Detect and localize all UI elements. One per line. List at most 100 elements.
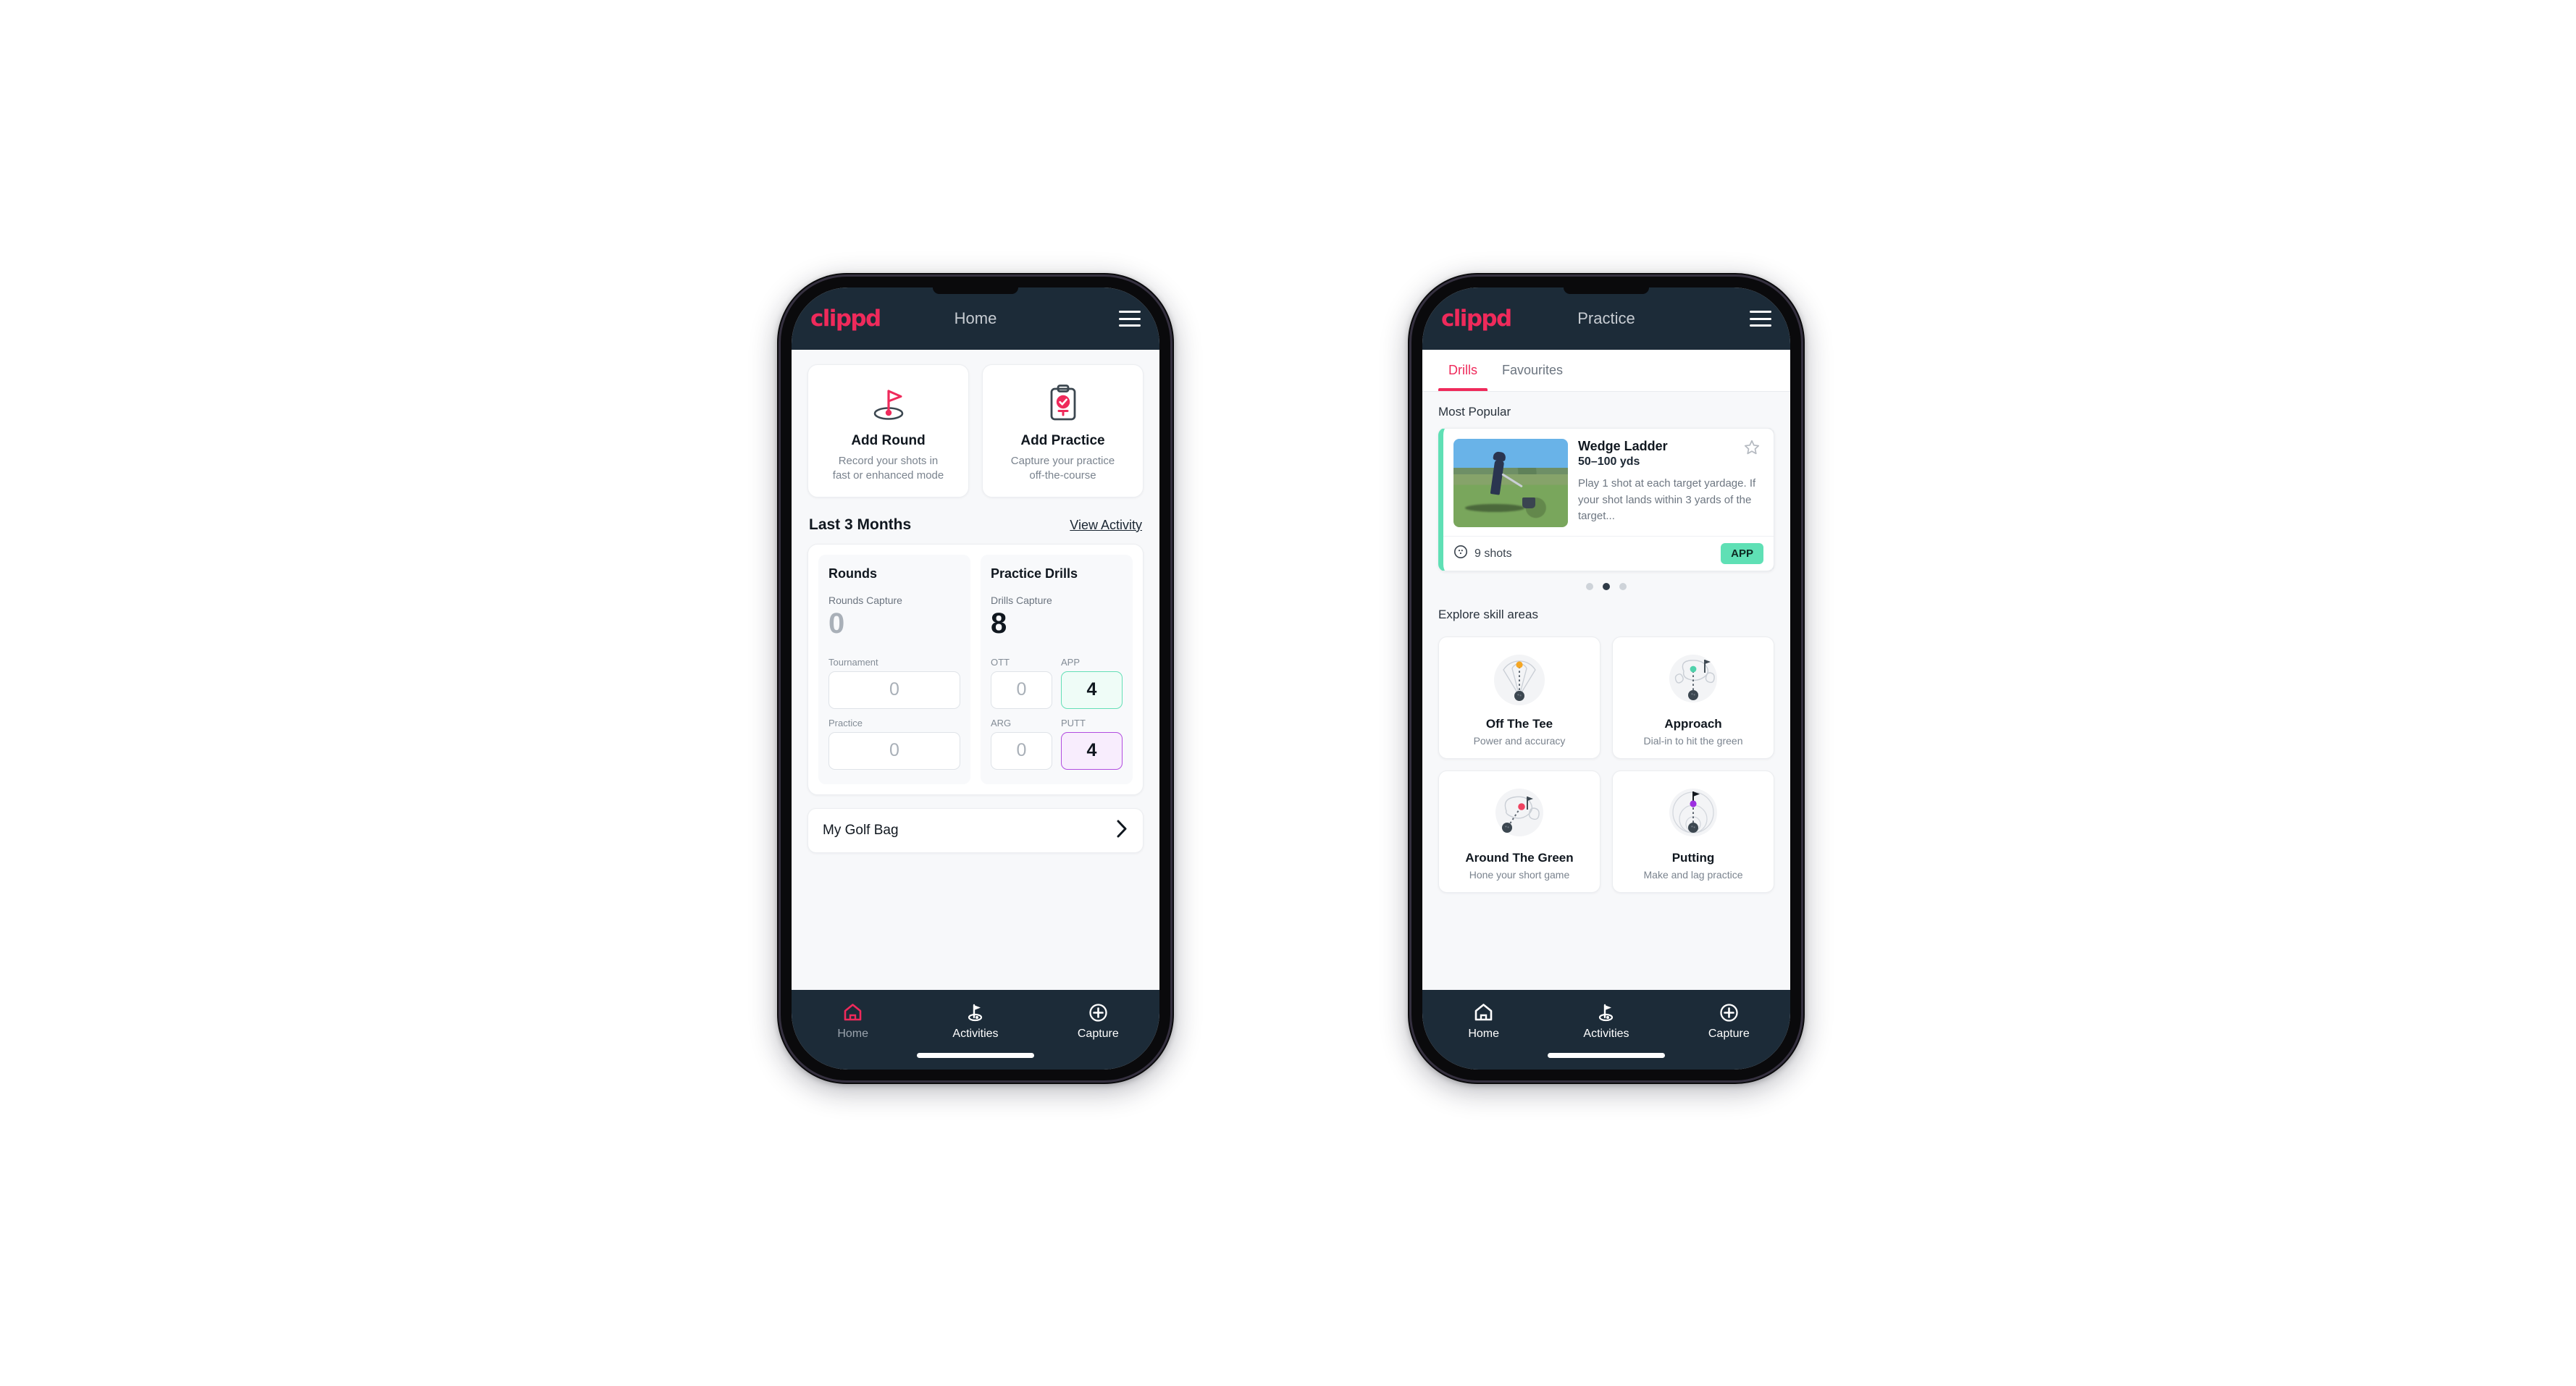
app-label: APP <box>1061 656 1081 668</box>
hamburger-icon[interactable] <box>1119 311 1141 327</box>
section-title: Last 3 Months <box>809 516 912 533</box>
nav-activities-label: Activities <box>952 1028 999 1040</box>
star-outline-icon[interactable] <box>1743 439 1761 460</box>
screenshot-canvas: clippd Home Add Round Record your shots … <box>0 0 2576 1386</box>
drills-capture-value: 8 <box>991 607 1007 639</box>
carousel-dot-3[interactable] <box>1619 583 1627 590</box>
add-practice-card[interactable]: Add Practice Capture your practice off-t… <box>982 364 1144 497</box>
device-notch <box>933 287 1018 294</box>
tournament-value[interactable]: 0 <box>828 671 960 709</box>
rounds-capture-value: 0 <box>828 607 845 639</box>
drills-capture-label: Drills Capture <box>991 594 1052 606</box>
putt-value[interactable]: 4 <box>1061 731 1123 770</box>
home-bottom-nav: Home Activities Capture <box>792 990 1159 1070</box>
nav-capture[interactable]: Capture <box>1037 1001 1159 1041</box>
drill-stat-row-2: ARG 0 PUTT 4 <box>991 718 1123 770</box>
most-popular-label: Most Popular <box>1438 405 1511 419</box>
carousel-dot-2[interactable] <box>1603 583 1610 590</box>
practice-appbar: clippd Practice <box>1422 287 1790 350</box>
arg-value[interactable]: 0 <box>991 731 1052 770</box>
add-practice-subtitle: Capture your practice off-the-course <box>1011 454 1115 484</box>
skill-card-putting[interactable]: Putting Make and lag practice <box>1612 770 1774 893</box>
skill-card-around-the-green[interactable]: Around The Green Hone your short game <box>1438 770 1600 893</box>
clippd-logo[interactable]: clippd <box>1441 306 1512 332</box>
drill-carousel[interactable]: Wedge Ladder 50–100 yds Play 1 shot at e… <box>1422 428 1790 571</box>
view-activity-link[interactable]: View Activity <box>1070 518 1142 533</box>
drill-category-badge: APP <box>1721 543 1763 564</box>
skill-card-approach[interactable]: Approach Dial-in to hit the green <box>1612 637 1774 759</box>
clipboard-check-icon <box>1045 381 1081 426</box>
hamburger-icon[interactable] <box>1750 311 1771 327</box>
practice-drills-column: Practice Drills Drills Capture 8 OTT 0 A… <box>981 554 1133 784</box>
skill-card-off-the-tee[interactable]: Off The Tee Power and accuracy <box>1438 637 1600 759</box>
skill-name: Putting <box>1671 851 1715 865</box>
add-round-subtitle: Record your shots in fast or enhanced mo… <box>833 454 944 484</box>
chip-green-icon <box>1482 783 1557 845</box>
home-icon <box>843 1001 863 1023</box>
stats-panel: Rounds Rounds Capture 0 Tournament 0 Pra… <box>807 543 1144 795</box>
drill-card-body: Wedge Ladder 50–100 yds Play 1 shot at e… <box>1443 429 1774 536</box>
practice-content: Most Popular Wedge Ladder 50–100 yds Pla… <box>1422 392 1790 990</box>
home-icon <box>1474 1001 1493 1023</box>
last-3-months-header: Last 3 Months View Activity <box>792 497 1159 544</box>
golf-flag-icon <box>868 381 909 426</box>
add-round-sub-l1: Record your shots in <box>838 455 939 467</box>
golf-flag-icon <box>1595 1001 1616 1023</box>
chevron-right-icon <box>1116 819 1128 842</box>
arg-label: ARG <box>991 717 1012 728</box>
explore-skill-areas-label: Explore skill areas <box>1438 608 1538 621</box>
skill-subtitle: Hone your short game <box>1469 869 1570 881</box>
drill-shots-count: 9 shots <box>1474 547 1512 560</box>
nav-activities[interactable]: Activities <box>914 1001 1036 1041</box>
skill-name: Off The Tee <box>1485 717 1553 731</box>
quick-actions-row: Add Round Record your shots in fast or e… <box>792 350 1159 497</box>
plus-circle-icon <box>1719 1001 1739 1023</box>
carousel-dots[interactable] <box>1422 571 1790 595</box>
drill-yardage: 50–100 yds <box>1578 455 1640 468</box>
app-value[interactable]: 4 <box>1061 671 1123 709</box>
nav-home[interactable]: Home <box>792 1001 914 1041</box>
nav-home-label: Home <box>1468 1028 1499 1040</box>
ott-label: OTT <box>991 656 1010 668</box>
nav-capture-label: Capture <box>1708 1028 1750 1040</box>
skill-name: Around The Green <box>1465 851 1574 865</box>
nav-capture[interactable]: Capture <box>1668 1001 1790 1041</box>
practice-tabs: Drills Favourites <box>1422 350 1790 392</box>
carousel-dot-1[interactable] <box>1586 583 1593 590</box>
phone-device-home: clippd Home Add Round Record your shots … <box>777 273 1174 1084</box>
practice-label: Practice <box>828 717 863 728</box>
tee-dispersion-icon <box>1482 649 1557 711</box>
tab-drills[interactable]: Drills <box>1438 350 1488 391</box>
skill-name: Approach <box>1664 717 1722 731</box>
ott-value[interactable]: 0 <box>991 671 1052 709</box>
add-practice-sub-l1: Capture your practice <box>1010 455 1115 467</box>
my-golf-bag-label: My Golf Bag <box>823 822 899 838</box>
add-round-card[interactable]: Add Round Record your shots in fast or e… <box>807 364 969 497</box>
drill-title-row: Wedge Ladder 50–100 yds <box>1578 439 1761 469</box>
drills-heading: Practice Drills <box>991 566 1078 581</box>
drill-stat-row-1: OTT 0 APP 4 <box>991 657 1123 709</box>
nav-home[interactable]: Home <box>1422 1001 1545 1041</box>
practice-value[interactable]: 0 <box>828 731 960 770</box>
skill-subtitle: Power and accuracy <box>1473 735 1566 747</box>
golf-flag-icon <box>965 1001 986 1023</box>
my-golf-bag-row[interactable]: My Golf Bag <box>807 807 1144 853</box>
drill-description: Play 1 shot at each target yardage. If y… <box>1578 477 1756 522</box>
putting-rings-icon <box>1656 783 1731 845</box>
drill-card[interactable]: Wedge Ladder 50–100 yds Play 1 shot at e… <box>1438 428 1774 571</box>
add-practice-sub-l2: off-the-course <box>1029 469 1096 482</box>
tab-favourites[interactable]: Favourites <box>1492 350 1573 391</box>
drill-title: Wedge Ladder <box>1578 439 1668 453</box>
add-round-sub-l2: fast or enhanced mode <box>832 469 944 482</box>
add-round-title: Add Round <box>851 433 926 448</box>
nav-activities-label: Activities <box>1583 1028 1629 1040</box>
skill-subtitle: Dial-in to hit the green <box>1643 735 1743 747</box>
home-appbar: clippd Home <box>792 287 1159 350</box>
phone-device-practice: clippd Practice Drills Favourites Most P… <box>1408 273 1805 1084</box>
nav-activities[interactable]: Activities <box>1545 1001 1667 1041</box>
home-indicator <box>917 1053 1034 1058</box>
clippd-logo[interactable]: clippd <box>810 306 881 332</box>
green-approach-icon <box>1656 649 1731 711</box>
add-practice-title: Add Practice <box>1020 433 1105 448</box>
skill-areas-grid: Off The Tee Power and accuracy Approach … <box>1422 631 1790 893</box>
